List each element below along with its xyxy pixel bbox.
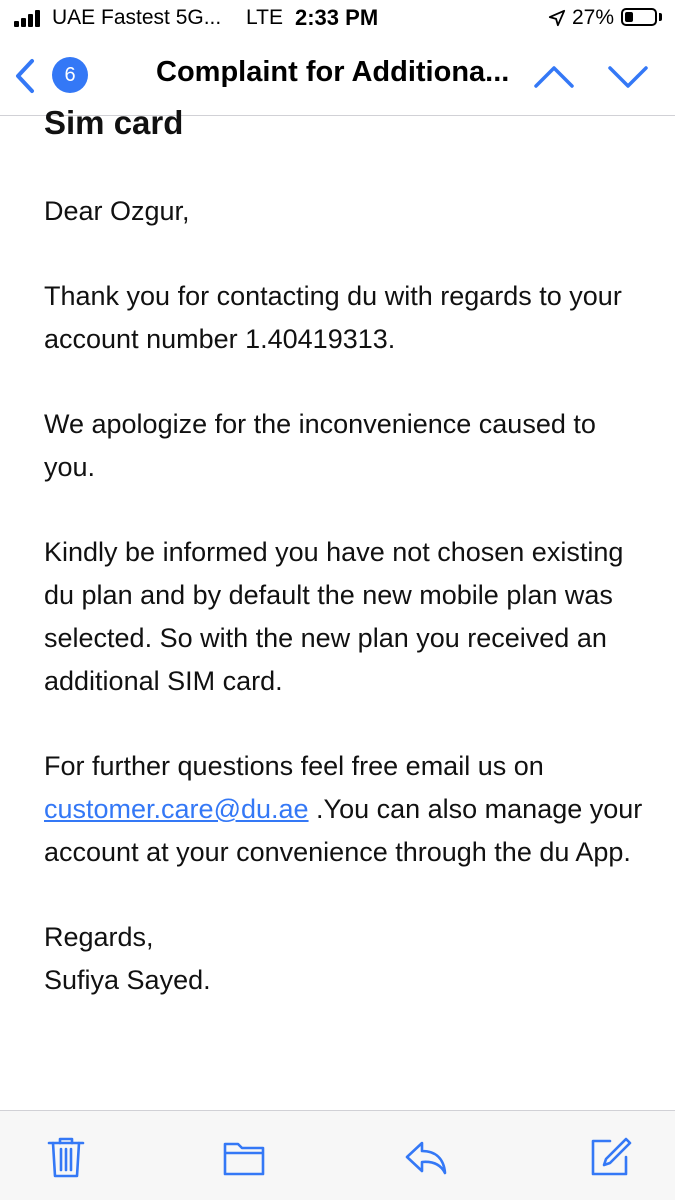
bottom-toolbar [0,1110,675,1200]
battery-level-fill [625,12,633,22]
status-time: 2:33 PM [295,5,379,30]
status-bar: UAE Fastest 5G... LTE 2:33 PM 27% [0,0,675,40]
chevron-up-icon[interactable] [532,62,576,92]
folder-icon[interactable] [222,1135,266,1179]
email-greeting: Dear Ozgur, [44,196,190,226]
message-subject-title: Complaint for Additiona... [156,56,510,88]
battery-icon [621,8,657,26]
trash-icon[interactable] [44,1135,88,1179]
battery-percent: 27% [572,6,615,29]
back-chevron-icon[interactable] [10,56,40,96]
chevron-down-icon[interactable] [606,62,650,92]
contact-text-before: For further questions feel free email us… [44,751,544,781]
network-type: LTE [246,6,283,29]
compose-icon[interactable] [588,1135,632,1179]
unread-count-badge[interactable]: 6 [52,57,88,93]
email-paragraph-plan: Kindly be informed you have not chosen e… [44,537,624,696]
email-body: Sim card Dear Ozgur, Thank you for conta… [44,98,644,1110]
email-signature: Sufiya Sayed. [44,965,211,995]
email-signoff: Regards, [44,922,154,952]
email-paragraph-account: Thank you for contacting du with regards… [44,281,622,354]
email-paragraph-contact: For further questions feel free email us… [44,745,644,874]
email-paragraph-apology: We apologize for the inconvenience cause… [44,409,596,482]
location-arrow-icon [548,9,566,27]
mail-screen: UAE Fastest 5G... LTE 2:33 PM 27% 6 Comp… [0,0,675,1200]
battery-tip [659,13,662,21]
email-subject-heading: Sim card [44,104,184,141]
reply-icon[interactable] [404,1135,448,1179]
support-email-link[interactable]: customer.care@du.ae [44,794,309,824]
carrier-name: UAE Fastest 5G... [52,6,222,29]
signal-bars-icon [14,9,46,27]
